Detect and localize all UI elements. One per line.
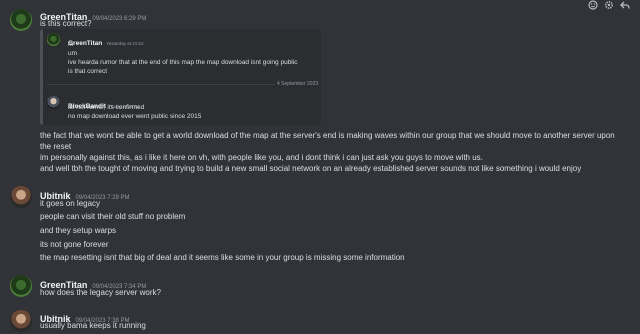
message-line: the map resetting isnt that big of deal … bbox=[40, 253, 405, 262]
quote-line: no map download ever went public since 2… bbox=[68, 113, 202, 120]
message-line: im personally against this, as i like it… bbox=[40, 153, 483, 162]
message-line: is this correct? bbox=[40, 19, 92, 28]
message-line: the reset bbox=[40, 142, 72, 151]
message-line: it goes on legacy bbox=[40, 199, 101, 208]
quote-line: its not rumor, its confirmed bbox=[68, 104, 145, 111]
quote-header: GreenTitan Yesterday at 21:02 bbox=[68, 32, 144, 50]
message-toolbar bbox=[586, 0, 636, 14]
timestamp: 09/04/2023 6:29 PM bbox=[92, 16, 147, 22]
avatar bbox=[47, 33, 60, 46]
quote-line: hi bbox=[68, 41, 74, 48]
message-line: how does the legacy server work? bbox=[40, 288, 161, 297]
quote-line: ive hearda rumor that at the end of this… bbox=[68, 59, 298, 66]
reply-icon[interactable] bbox=[620, 0, 630, 13]
message-line: its not gone forever bbox=[40, 240, 109, 249]
message-line: and well tbh the tought of moving and tr… bbox=[40, 164, 582, 173]
avatar[interactable] bbox=[10, 186, 32, 208]
quoted-screenshot[interactable]: GreenTitan Yesterday at 21:02 hi um ive h… bbox=[40, 29, 321, 125]
quote-line: is that correct bbox=[68, 68, 108, 75]
date-divider-label: 4 September 2023 bbox=[275, 81, 321, 87]
quote-line: um bbox=[68, 50, 78, 57]
message-line: and they setup warps bbox=[40, 226, 117, 235]
avatar bbox=[47, 96, 60, 109]
avatar[interactable] bbox=[10, 9, 32, 31]
reaction-icon[interactable] bbox=[588, 0, 598, 13]
avatar[interactable] bbox=[10, 275, 32, 297]
message-line: people can visit their old stuff no prob… bbox=[40, 212, 186, 221]
message-line: usually bama keeps it running bbox=[40, 321, 146, 330]
quote-timestamp: Yesterday at 21:02 bbox=[106, 41, 144, 46]
avatar[interactable] bbox=[10, 310, 32, 332]
message-line: the fact that we wont be able to get a w… bbox=[40, 131, 615, 140]
quote-author: GreenTitan bbox=[68, 40, 103, 47]
settings-icon[interactable] bbox=[604, 0, 614, 13]
